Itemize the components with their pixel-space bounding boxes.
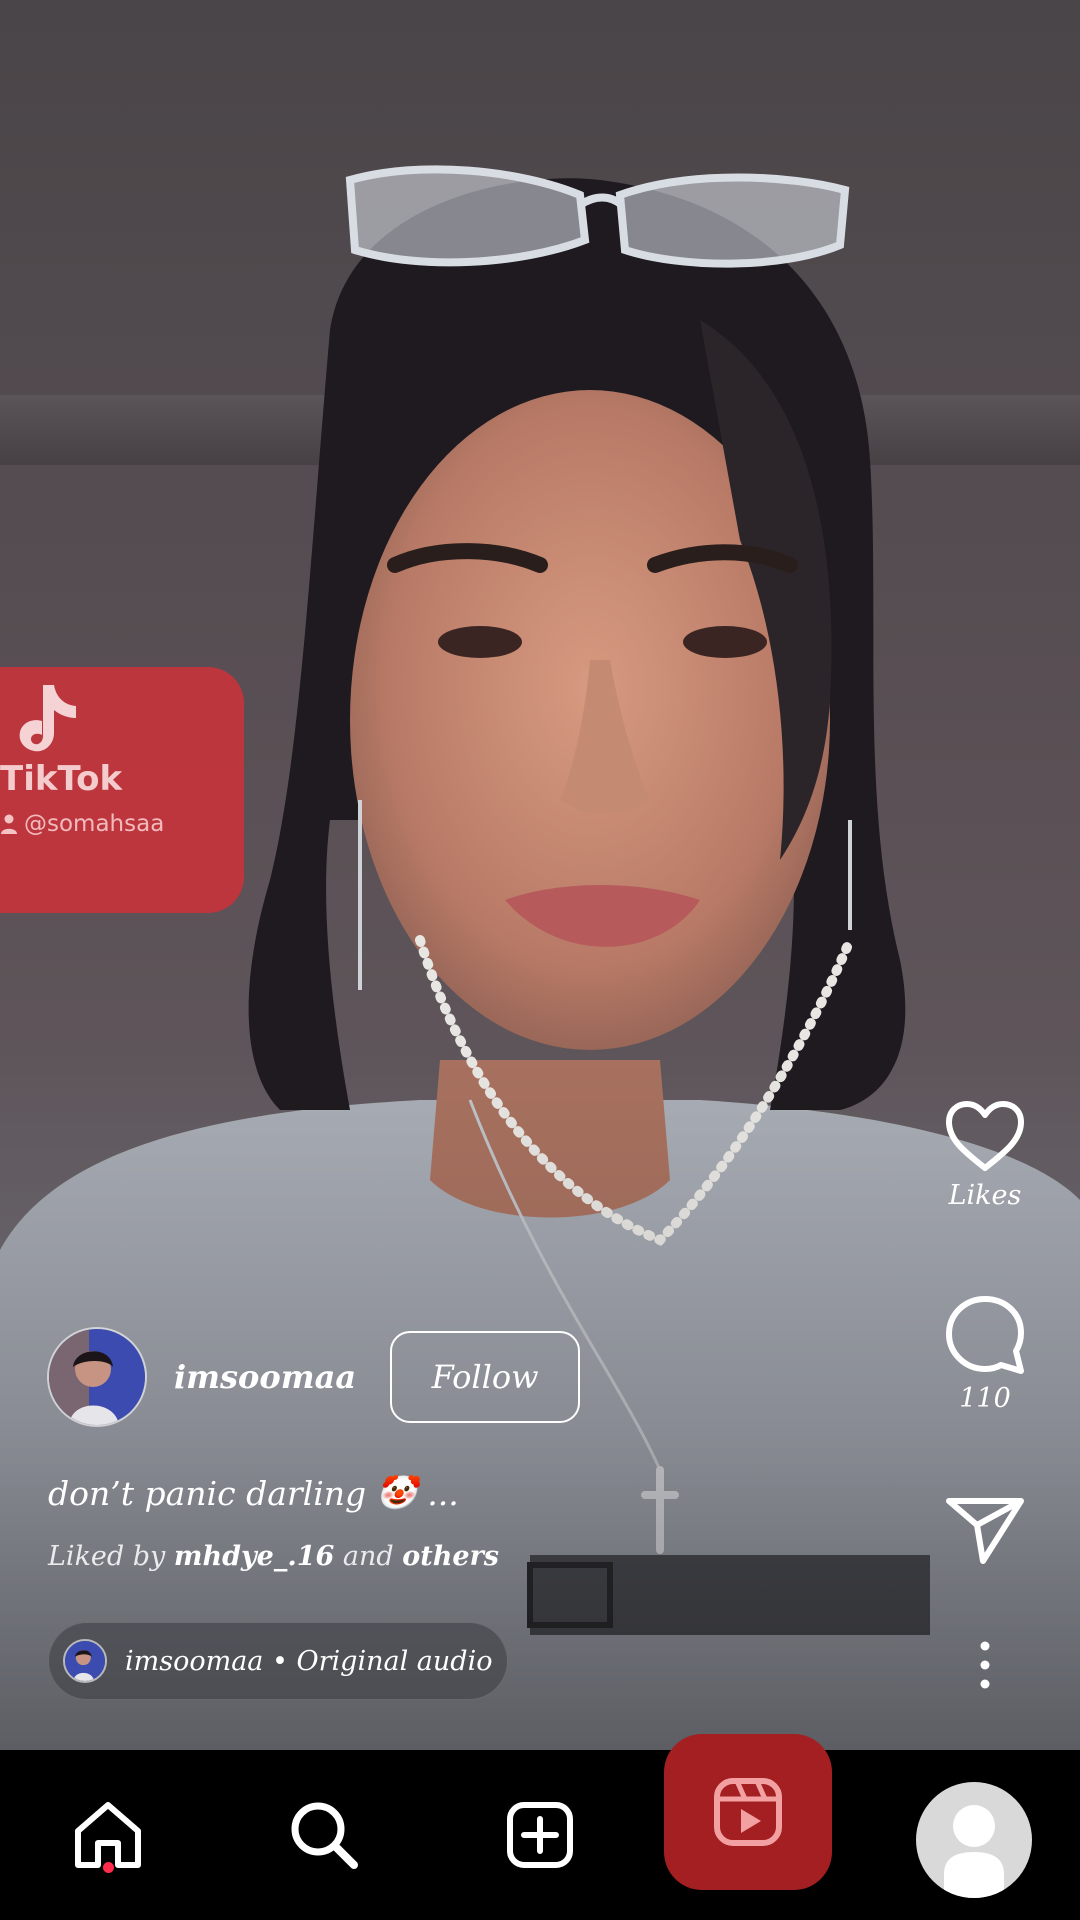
home-icon[interactable] xyxy=(72,1799,144,1871)
nav-create[interactable] xyxy=(480,1750,600,1920)
liked-by-user[interactable]: mhdye_.16 xyxy=(174,1541,334,1572)
like-action[interactable]: Likes xyxy=(930,1100,1040,1211)
comments-count: 110 xyxy=(959,1383,1011,1414)
caption[interactable]: don’t panic darling 🤡 ... xyxy=(48,1473,459,1513)
nav-search[interactable] xyxy=(264,1750,384,1920)
profile-icon[interactable] xyxy=(916,1782,1032,1898)
tiktok-handle: @somahsaa xyxy=(0,811,164,837)
comment-icon[interactable] xyxy=(945,1295,1025,1375)
tiktok-logo-icon xyxy=(19,685,76,752)
create-icon[interactable] xyxy=(506,1801,574,1869)
home-notification-dot xyxy=(103,1862,114,1873)
tiktok-watermark: TikTok @somahsaa xyxy=(0,667,244,913)
creator-row: imsoomaa Follow xyxy=(47,1327,581,1427)
more-action[interactable] xyxy=(930,1640,1040,1690)
nav-profile[interactable] xyxy=(916,1782,1032,1898)
reels-icon[interactable] xyxy=(713,1777,783,1847)
liked-by[interactable]: Liked by mhdye_.16 and others xyxy=(48,1541,499,1572)
caption-text: don’t panic darling xyxy=(48,1473,367,1513)
clown-emoji: 🤡 xyxy=(376,1473,418,1512)
audio-avatar xyxy=(63,1639,107,1683)
liked-by-prefix: Liked by xyxy=(48,1541,166,1572)
audio-text: imsoomaa • Original audio xyxy=(125,1645,493,1677)
search-icon[interactable] xyxy=(288,1799,360,1871)
tiktok-handle-text: @somahsaa xyxy=(24,811,165,837)
likes-label: Likes xyxy=(948,1180,1022,1211)
creator-username[interactable]: imsoomaa xyxy=(174,1358,356,1396)
liked-by-others[interactable]: others xyxy=(402,1541,499,1572)
send-icon[interactable] xyxy=(945,1495,1025,1565)
share-action[interactable] xyxy=(930,1495,1040,1565)
creator-avatar[interactable] xyxy=(47,1327,147,1427)
audio-pill[interactable]: imsoomaa • Original audio xyxy=(48,1622,508,1700)
nav-reels[interactable] xyxy=(664,1734,832,1890)
more-vertical-icon[interactable] xyxy=(975,1640,995,1690)
tiktok-brand-text: TikTok xyxy=(0,759,123,799)
nav-home[interactable] xyxy=(48,1750,168,1920)
caption-more[interactable]: ... xyxy=(427,1474,458,1513)
liked-by-connector: and xyxy=(342,1541,394,1572)
person-icon xyxy=(1,814,17,834)
heart-icon[interactable] xyxy=(945,1100,1025,1172)
follow-button[interactable]: Follow xyxy=(390,1331,581,1423)
comment-action[interactable]: 110 xyxy=(930,1295,1040,1414)
